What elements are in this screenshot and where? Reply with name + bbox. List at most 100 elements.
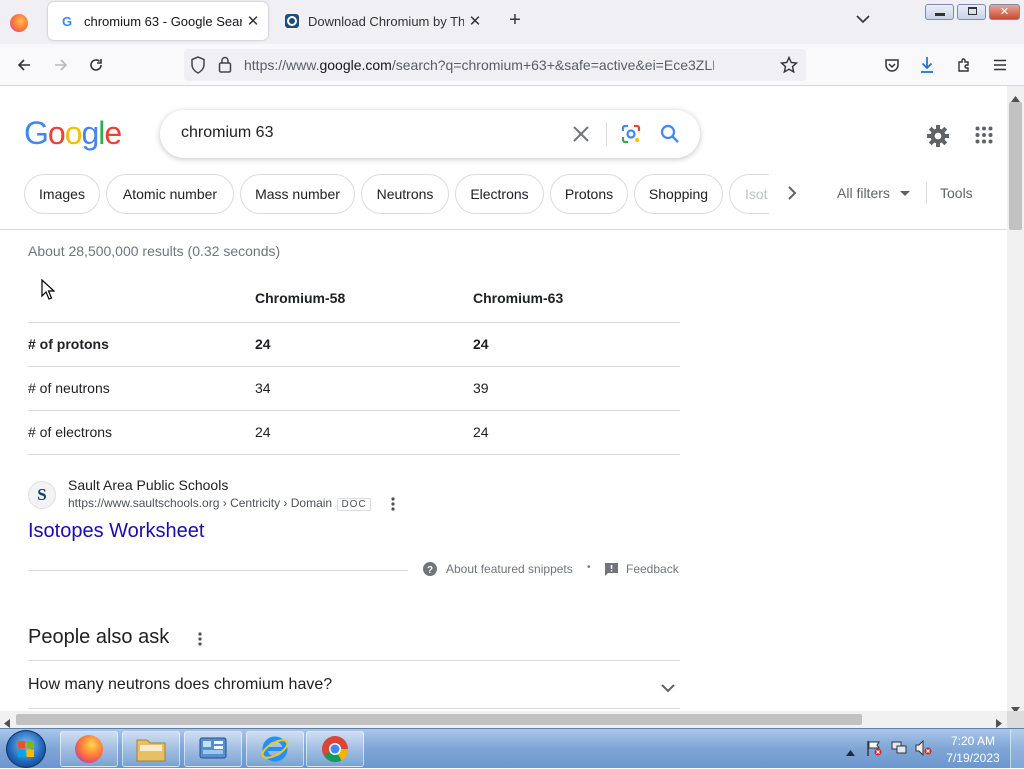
chip-electrons[interactable]: Electrons bbox=[455, 174, 544, 214]
show-desktop-button[interactable] bbox=[1010, 729, 1024, 769]
expand-chevron-icon[interactable] bbox=[661, 680, 675, 698]
all-filters-button[interactable]: All filters bbox=[837, 185, 910, 201]
chips-scroll-right-icon[interactable] bbox=[785, 184, 799, 207]
table-cell-value: 24 bbox=[255, 336, 271, 352]
clock-date[interactable]: 7/19/2023 bbox=[944, 751, 1002, 765]
chip-protons[interactable]: Protons bbox=[550, 174, 628, 214]
feedback-icon bbox=[605, 563, 618, 581]
feedback-link[interactable]: Feedback bbox=[626, 562, 679, 576]
windows-logo-icon bbox=[18, 741, 34, 757]
show-hidden-icons-arrow[interactable] bbox=[846, 743, 855, 761]
google-favicon-icon: G bbox=[62, 14, 72, 29]
taskbar-file-explorer[interactable] bbox=[122, 731, 180, 767]
internet-explorer-icon bbox=[261, 736, 289, 762]
table-cell-value: 24 bbox=[473, 424, 489, 440]
search-box[interactable]: chromium 63 bbox=[160, 110, 700, 158]
chip-mass-number[interactable]: Mass number bbox=[240, 174, 355, 214]
app-menu-hamburger-icon[interactable] bbox=[988, 53, 1012, 77]
horizontal-scroll-thumb[interactable] bbox=[16, 714, 862, 725]
action-center-flag-icon[interactable] bbox=[866, 740, 882, 761]
header-divider bbox=[0, 229, 1007, 230]
table-cell-value: 34 bbox=[255, 380, 271, 396]
clock-time[interactable]: 7:20 AM bbox=[950, 734, 996, 748]
horizontal-scrollbar[interactable] bbox=[0, 711, 1007, 728]
page-content: Google chromium 63 Images Atomic number … bbox=[0, 86, 1007, 711]
close-window-button[interactable]: ✕ bbox=[989, 4, 1020, 20]
firefox-icon bbox=[75, 735, 103, 763]
search-input[interactable]: chromium 63 bbox=[181, 124, 273, 142]
forward-arrow-icon[interactable] bbox=[49, 53, 73, 77]
extensions-icon[interactable] bbox=[952, 53, 976, 77]
svg-text:?: ? bbox=[427, 565, 433, 576]
volume-muted-icon[interactable] bbox=[915, 739, 932, 761]
tab-google-search[interactable]: G chromium 63 - Google Search ✕ bbox=[48, 2, 268, 40]
chip-neutrons[interactable]: Neutrons bbox=[361, 174, 449, 214]
table-cell-value: 24 bbox=[255, 424, 271, 440]
table-cell-label: # of protons bbox=[28, 336, 109, 352]
firefox-menu-icon[interactable] bbox=[10, 14, 28, 32]
new-tab-button[interactable]: + bbox=[505, 9, 525, 32]
taskbar-chrome[interactable] bbox=[306, 731, 364, 767]
paa-question[interactable]: How many neutrons does chromium have? bbox=[28, 676, 332, 694]
chip-images[interactable]: Images bbox=[24, 174, 100, 214]
tab-title: Download Chromium by The C bbox=[308, 13, 464, 29]
chip-atomic-number[interactable]: Atomic number bbox=[106, 174, 234, 214]
chip-shopping[interactable]: Shopping bbox=[634, 174, 723, 214]
restore-button[interactable] bbox=[957, 4, 986, 20]
tab-download-chromium[interactable]: Download Chromium by The C ✕ bbox=[272, 2, 490, 40]
scroll-corner bbox=[1007, 711, 1024, 728]
taskbar-internet-explorer[interactable] bbox=[246, 731, 304, 767]
tools-divider bbox=[926, 182, 927, 204]
start-button[interactable] bbox=[6, 730, 46, 768]
table-row-divider bbox=[28, 366, 680, 367]
vertical-scroll-thumb[interactable] bbox=[1009, 102, 1022, 230]
table-cell-label: # of electrons bbox=[28, 424, 113, 440]
site-cite[interactable]: https://www.saultschools.org › Centricit… bbox=[68, 496, 371, 511]
close-tab-icon[interactable]: ✕ bbox=[464, 12, 486, 30]
table-row-divider bbox=[28, 322, 680, 323]
minimize-button[interactable] bbox=[925, 4, 954, 20]
reload-icon[interactable] bbox=[84, 53, 108, 77]
close-tab-icon[interactable]: ✕ bbox=[242, 12, 264, 30]
control-panel-icon bbox=[199, 737, 227, 759]
paa-divider bbox=[28, 660, 680, 661]
clear-search-icon[interactable] bbox=[572, 125, 590, 148]
google-lens-icon[interactable] bbox=[620, 123, 642, 150]
chip-isotopes[interactable]: Isot bbox=[729, 174, 769, 214]
url-text[interactable]: https://www.google.com/search?q=chromium… bbox=[244, 57, 714, 73]
downloads-icon[interactable] bbox=[915, 53, 939, 77]
taskbar-control-panel[interactable] bbox=[184, 731, 242, 767]
table-cell-label: # of neutrons bbox=[28, 380, 110, 396]
folder-icon bbox=[136, 739, 166, 762]
pocket-icon[interactable] bbox=[880, 53, 904, 77]
tracking-shield-icon[interactable] bbox=[190, 56, 206, 79]
site-name[interactable]: Sault Area Public Schools bbox=[68, 477, 228, 493]
more-options-icon[interactable] bbox=[391, 497, 395, 516]
lock-icon[interactable] bbox=[218, 56, 232, 78]
site-favicon[interactable]: S bbox=[28, 481, 56, 509]
list-tabs-chevron-icon[interactable] bbox=[855, 12, 871, 28]
about-featured-snippets-link[interactable]: About featured snippets bbox=[446, 562, 573, 576]
svg-text:G: G bbox=[62, 14, 72, 29]
network-icon[interactable] bbox=[891, 740, 907, 761]
paa-more-options-icon[interactable] bbox=[198, 632, 202, 651]
taskbar-firefox[interactable] bbox=[60, 731, 118, 767]
address-bar[interactable]: https://www.google.com/search?q=chromium… bbox=[184, 49, 806, 81]
filetype-badge: DOC bbox=[337, 498, 371, 511]
dot-separator: • bbox=[587, 562, 591, 573]
bookmark-star-icon[interactable] bbox=[779, 55, 799, 79]
vertical-scrollbar[interactable] bbox=[1007, 86, 1024, 713]
chrome-icon bbox=[322, 736, 349, 763]
settings-gear-icon[interactable] bbox=[926, 124, 950, 153]
result-title-link[interactable]: Isotopes Worksheet bbox=[28, 520, 204, 543]
back-arrow-icon[interactable] bbox=[12, 53, 36, 77]
google-apps-grid-icon[interactable] bbox=[975, 126, 993, 149]
mouse-cursor-icon bbox=[41, 279, 55, 300]
google-logo[interactable]: Google bbox=[24, 115, 122, 152]
tools-button[interactable]: Tools bbox=[940, 185, 973, 201]
tab-bar: G chromium 63 - Google Search ✕ Download… bbox=[0, 0, 1024, 44]
table-row-divider bbox=[28, 454, 680, 455]
table-row-divider bbox=[28, 410, 680, 411]
search-magnifier-icon[interactable] bbox=[660, 124, 680, 149]
table-header-chromium-63: Chromium-63 bbox=[473, 290, 564, 306]
